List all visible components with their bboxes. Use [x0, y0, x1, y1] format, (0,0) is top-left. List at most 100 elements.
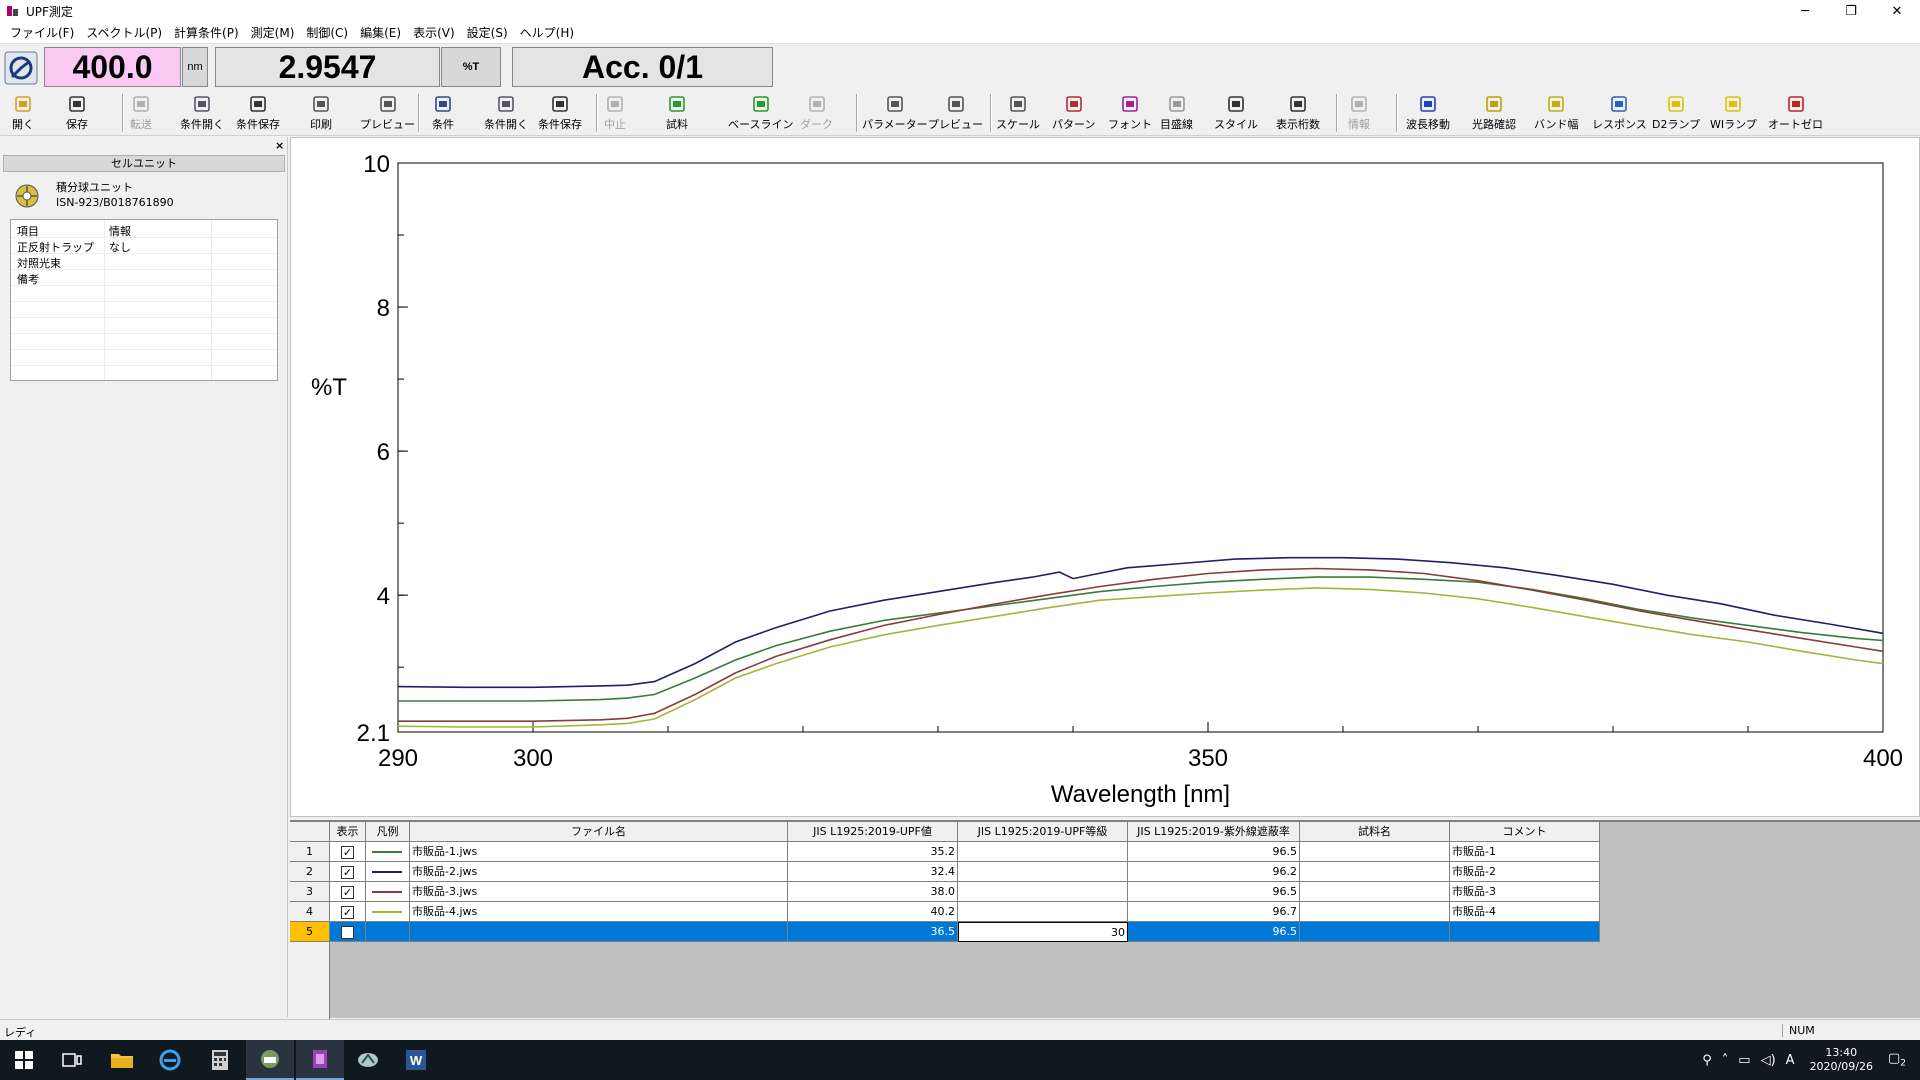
notification-icon[interactable]: ▢2 [1883, 1051, 1920, 1069]
toolbar-button-parameter[interactable]: パラメーター [862, 92, 928, 134]
chevron-up-icon[interactable]: ˄ [1717, 1053, 1734, 1068]
menu-settings[interactable]: 設定(S) [461, 24, 514, 41]
cell-sample[interactable] [1300, 902, 1450, 922]
cell-upf[interactable]: 35.2 [788, 842, 958, 862]
cell-upf[interactable]: 36.5 [788, 922, 958, 942]
cell-upf[interactable]: 32.4 [788, 862, 958, 882]
cell-file[interactable]: 市販品-1.jws [410, 842, 788, 862]
toolbar-button-print-preview[interactable]: プレビュー [360, 92, 415, 134]
toolbar-button-save[interactable]: 保存 [66, 92, 88, 134]
cell-upf[interactable]: 38.0 [788, 882, 958, 902]
show-checkbox[interactable]: ✓ [341, 866, 354, 879]
toolbar-button-auto-zero[interactable]: オートゼロ [1768, 92, 1823, 134]
toolbar-button-wi-lamp[interactable]: WIランプ [1710, 92, 1757, 134]
menu-control[interactable]: 制御(C) [300, 24, 354, 41]
taskbar-file-explorer[interactable] [98, 1040, 146, 1080]
toolbar-button-style[interactable]: スタイル [1214, 92, 1258, 134]
ime-indicator[interactable]: A [1781, 1053, 1800, 1068]
show-checkbox-cell[interactable]: ✓ [330, 842, 366, 862]
network-icon[interactable]: ▭ [1733, 1053, 1755, 1068]
menu-calc-conditions[interactable]: 計算条件(P) [168, 24, 245, 41]
toolbar-button-open-conditions[interactable]: 条件開く [484, 92, 528, 134]
taskbar-word[interactable]: W [392, 1040, 440, 1080]
taskbar-calculator[interactable] [196, 1040, 244, 1080]
show-checkbox[interactable]: ✓ [341, 906, 354, 919]
column-header[interactable]: コメント [1450, 822, 1600, 842]
toolbar-button-pattern[interactable]: パターン [1052, 92, 1095, 134]
menu-edit[interactable]: 編集(E) [354, 24, 407, 41]
task-view-button[interactable] [48, 1040, 96, 1080]
toolbar-button-bandwidth[interactable]: バンド幅 [1534, 92, 1579, 134]
toolbar-button-response[interactable]: レスポンス [1592, 92, 1647, 134]
cell-sample[interactable] [1300, 882, 1450, 902]
column-header[interactable]: 表示 [330, 822, 366, 842]
column-header[interactable]: JIS L1925:2019-紫外線遮蔽率 [1128, 822, 1300, 842]
menu-measure[interactable]: 測定(M) [245, 24, 301, 41]
column-header[interactable]: 試料名 [1300, 822, 1450, 842]
value-unit-button[interactable]: %T [441, 47, 501, 87]
toolbar-button-font[interactable]: フォント [1108, 92, 1152, 134]
instrument-icon[interactable] [4, 51, 38, 85]
menu-file[interactable]: ファイル(F) [4, 24, 80, 41]
column-header[interactable]: JIS L1925:2019-UPF値 [788, 822, 958, 842]
cell-shield[interactable]: 96.7 [1128, 902, 1300, 922]
toolbar-button-gridline[interactable]: 目盛線 [1160, 92, 1193, 134]
cell-comment[interactable]: 市販品-3 [1450, 882, 1600, 902]
show-checkbox-cell[interactable]: ✓ [330, 882, 366, 902]
spectrum-chart[interactable]: 290 300 350 400 2.1 4 6 8 10 Wavelength [nm] %T [291, 138, 1919, 816]
toolbar-button-transfer[interactable]: 転送 [130, 92, 152, 134]
menu-view[interactable]: 表示(V) [407, 24, 461, 41]
cell-shield[interactable]: 96.5 [1128, 922, 1300, 942]
toolbar-button-dark[interactable]: ダーク [800, 92, 833, 134]
cell-comment[interactable]: 市販品-1 [1450, 842, 1600, 862]
column-header[interactable]: JIS L1925:2019-UPF等級 [958, 822, 1128, 842]
cell-file[interactable]: 市販品-3.jws [410, 882, 788, 902]
toolbar-button-conditions[interactable]: 条件 [432, 92, 454, 134]
toolbar-button-sample[interactable]: 試料 [666, 92, 688, 134]
show-checkbox-cell[interactable]: ✓ [330, 902, 366, 922]
cell-shield[interactable]: 96.5 [1128, 882, 1300, 902]
cell-sample[interactable] [1300, 922, 1450, 942]
people-icon[interactable]: ⚲ [1697, 1053, 1717, 1068]
menu-spectrum[interactable]: スペクトル(P) [80, 24, 168, 41]
column-header[interactable]: 凡例 [366, 822, 410, 842]
toolbar-button-folder-open[interactable]: 開く [12, 92, 34, 134]
close-panel-button[interactable]: × [275, 139, 284, 152]
row-number[interactable]: 2 [290, 862, 330, 882]
taskbar-upf-app[interactable] [296, 1040, 344, 1080]
column-header[interactable]: ファイル名 [410, 822, 788, 842]
toolbar-button-save-conditions[interactable]: 条件保存 [538, 92, 582, 134]
cell-grade[interactable]: 30 [958, 922, 1128, 942]
show-checkbox[interactable]: ✓ [341, 886, 354, 899]
show-checkbox-cell[interactable]: ✓ [330, 862, 366, 882]
row-number[interactable]: 4 [290, 902, 330, 922]
restore-button[interactable]: ❐ [1828, 0, 1874, 22]
cell-upf[interactable]: 40.2 [788, 902, 958, 922]
show-checkbox-cell[interactable] [330, 922, 366, 942]
row-number[interactable]: 3 [290, 882, 330, 902]
toolbar-button-scale[interactable]: スケール [996, 92, 1040, 134]
toolbar-button-stop[interactable]: 中止 [604, 92, 626, 134]
menu-help[interactable]: ヘルプ(H) [514, 24, 580, 41]
taskbar-spectra-manager[interactable] [246, 1040, 294, 1080]
spectrum-chart-panel[interactable]: 290 300 350 400 2.1 4 6 8 10 Wavelength [nm] %T [290, 137, 1920, 817]
cell-grade[interactable] [958, 902, 1128, 922]
toolbar-button-d2-lamp[interactable]: D2ランプ [1652, 92, 1700, 134]
toolbar-button-info[interactable]: 情報 [1348, 92, 1370, 134]
row-number[interactable]: 1 [290, 842, 330, 862]
volume-icon[interactable]: ◁) [1756, 1053, 1781, 1068]
toolbar-button-save-conditions[interactable]: 条件保存 [236, 92, 280, 134]
toolbar-button-baseline[interactable]: ベースライン [728, 92, 793, 134]
cell-shield[interactable]: 96.5 [1128, 842, 1300, 862]
cell-comment[interactable] [1450, 922, 1600, 942]
close-window-button[interactable]: ✕ [1874, 0, 1920, 22]
cell-shield[interactable]: 96.2 [1128, 862, 1300, 882]
clock[interactable]: 13:40 2020/09/26 [1800, 1046, 1883, 1074]
toolbar-button-digits[interactable]: 表示桁数 [1276, 92, 1320, 134]
taskbar-measure-app[interactable] [344, 1040, 392, 1080]
cell-file[interactable]: 市販品-2.jws [410, 862, 788, 882]
toolbar-button-light-path[interactable]: 光路確認 [1472, 92, 1516, 134]
toolbar-button-open-conditions[interactable]: 条件開く [180, 92, 224, 134]
show-checkbox[interactable]: ✓ [341, 846, 354, 859]
toolbar-button-printer[interactable]: 印刷 [310, 92, 332, 134]
